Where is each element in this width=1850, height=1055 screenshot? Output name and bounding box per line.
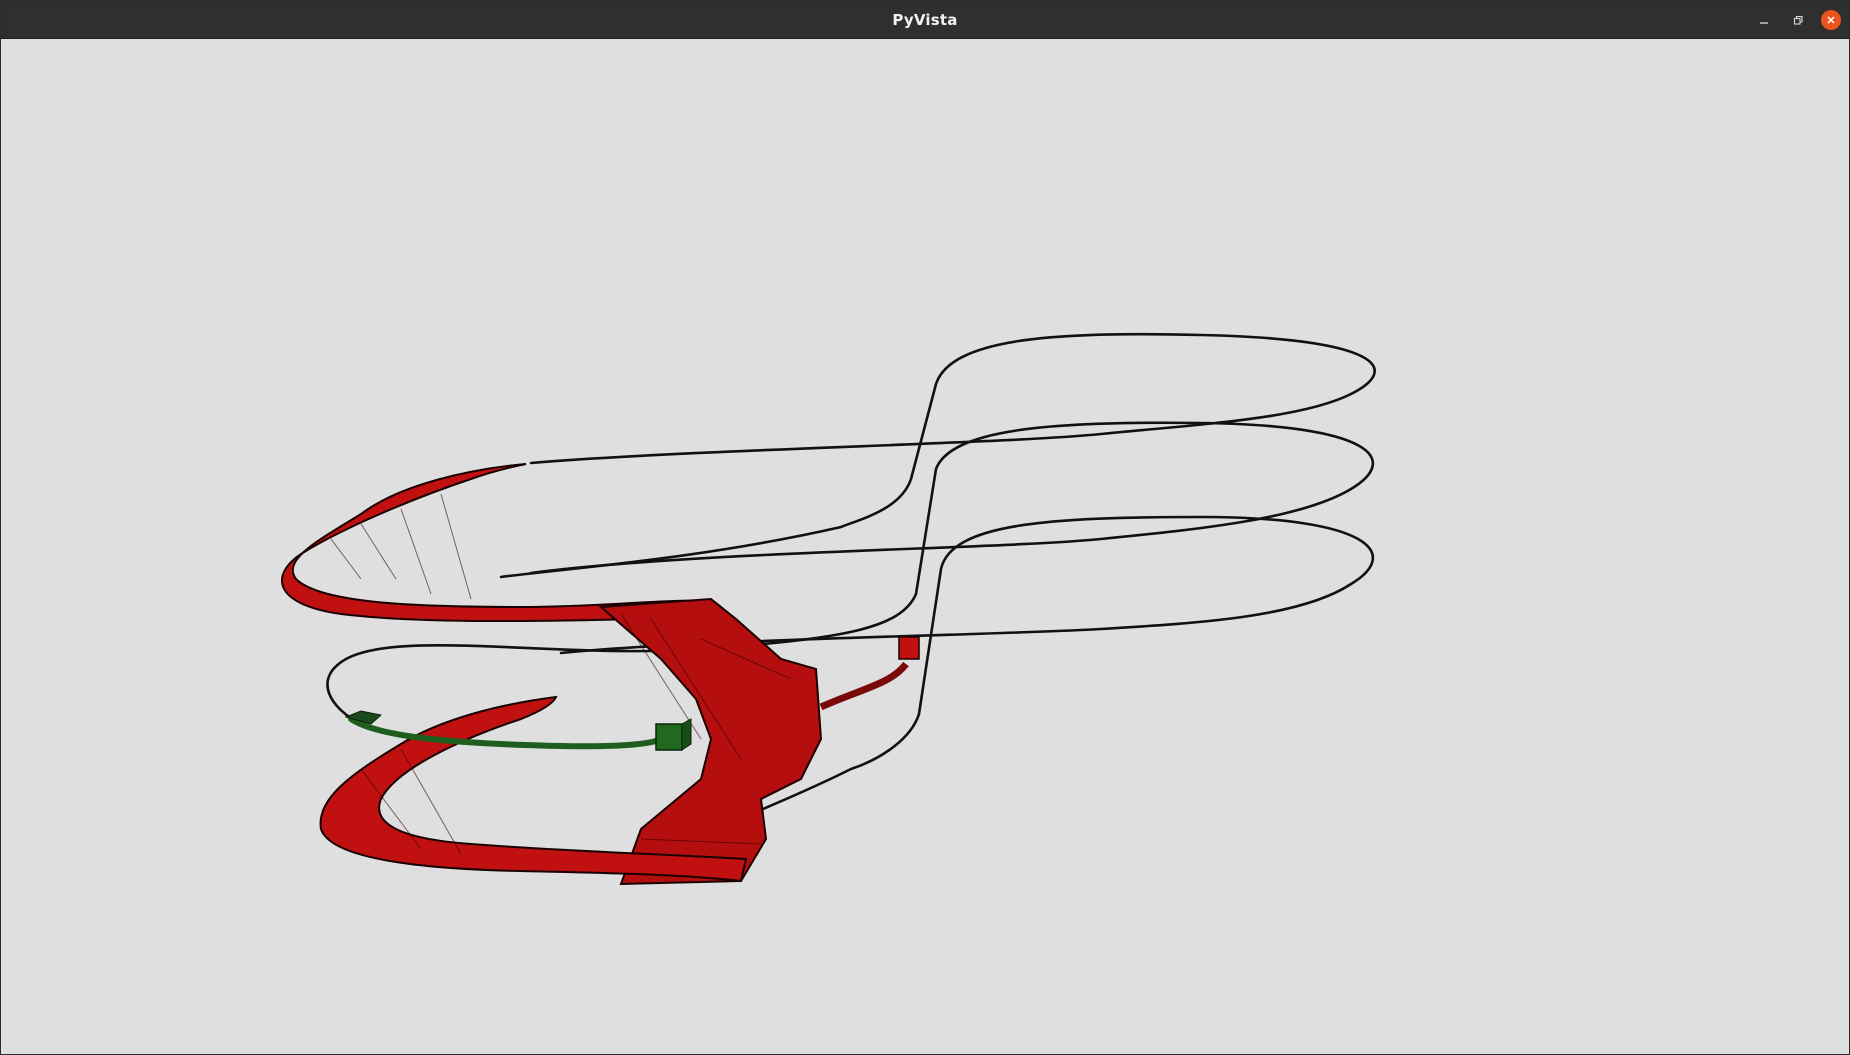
minimize-button[interactable] [1753,9,1775,31]
window-title: PyVista [892,11,958,29]
restore-button[interactable] [1787,9,1809,31]
red-helix-mesh [281,463,920,886]
close-button[interactable] [1821,10,1841,30]
3d-scene[interactable] [1,39,1849,1054]
render-viewport[interactable] [1,39,1849,1054]
black-helix-curve [326,332,1376,821]
close-icon [1827,16,1835,24]
minimize-icon [1760,22,1768,24]
pyvista-window: PyVista [0,0,1850,1055]
window-controls [1753,1,1841,39]
title-bar[interactable]: PyVista [1,1,1849,39]
restore-icon [1793,15,1803,25]
